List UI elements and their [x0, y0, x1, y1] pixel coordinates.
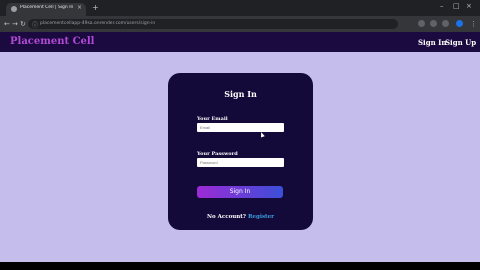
window-close-icon[interactable]: ×: [466, 2, 472, 10]
no-account-text: No Account?: [207, 214, 247, 220]
form-title: Sign In: [224, 89, 257, 99]
address-bar[interactable]: ⓘ placementcellapp-49sa.onrender.com/use…: [28, 19, 398, 29]
sign-in-button[interactable]: Sign In: [197, 186, 283, 198]
screen-bottom-bar: [0, 262, 480, 270]
sign-in-card: Sign In Your Email Your Password Sign In…: [168, 73, 313, 230]
nav-sign-in-link[interactable]: Sign In: [418, 38, 447, 47]
url-text[interactable]: placementcellapp-49sa.onrender.com/users…: [40, 21, 155, 26]
maximize-icon[interactable]: □: [453, 2, 460, 10]
bookmark-icon[interactable]: [430, 20, 437, 27]
browser-toolbar: ← → ↻ ⓘ placementcellapp-49sa.onrender.c…: [0, 16, 480, 32]
menu-icon[interactable]: ⋮: [470, 20, 477, 28]
site-navbar: Placement Cell Sign In Sign Up: [0, 32, 480, 52]
register-prompt: No Account? Register: [168, 214, 313, 220]
tab-title: Placement Cell | Sign In: [20, 5, 74, 10]
tab-close-icon[interactable]: ×: [77, 4, 82, 11]
email-field[interactable]: [197, 123, 284, 132]
password-field[interactable]: [197, 158, 284, 167]
page-viewport: Placement Cell Sign In Sign Up Sign In Y…: [0, 32, 480, 262]
favicon-icon: [11, 6, 17, 12]
reload-icon[interactable]: ↻: [20, 20, 26, 28]
extensions-icon[interactable]: [418, 20, 425, 27]
browser-tab-strip: Placement Cell | Sign In × + – □ ×: [0, 0, 480, 16]
downloads-icon[interactable]: [442, 20, 449, 27]
profile-avatar-icon[interactable]: [456, 20, 463, 27]
brand-logo[interactable]: Placement Cell: [10, 36, 94, 47]
nav-sign-up-link[interactable]: Sign Up: [445, 38, 476, 47]
back-icon[interactable]: ←: [4, 20, 10, 28]
site-info-icon[interactable]: ⓘ: [32, 20, 38, 29]
browser-tab[interactable]: Placement Cell | Sign In ×: [6, 3, 86, 16]
register-link[interactable]: Register: [248, 214, 274, 220]
new-tab-icon[interactable]: +: [92, 3, 99, 12]
password-label: Your Password: [197, 151, 238, 157]
email-label: Your Email: [197, 116, 228, 122]
forward-icon[interactable]: →: [12, 20, 18, 28]
minimize-icon[interactable]: –: [440, 2, 444, 10]
